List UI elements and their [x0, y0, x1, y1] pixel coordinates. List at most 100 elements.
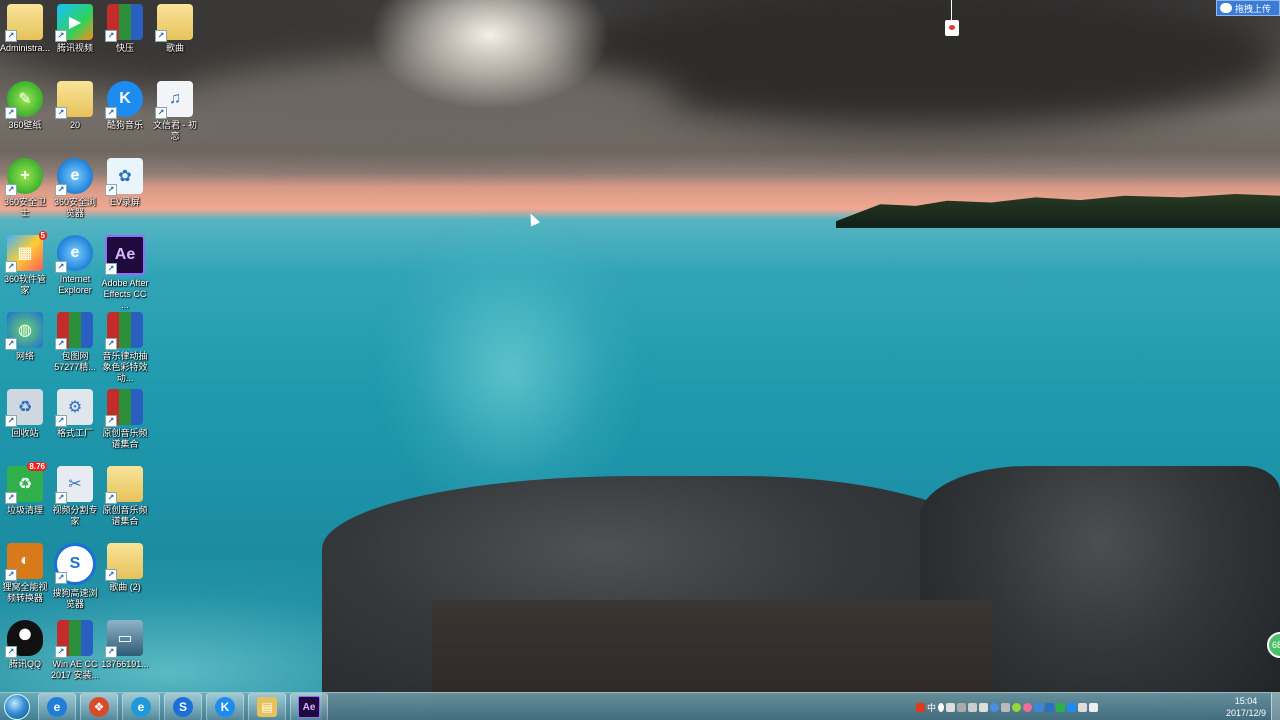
360-tray-icon[interactable]	[1012, 702, 1022, 712]
settings-icon[interactable]	[1001, 702, 1011, 712]
desktop-icon-label: 文信君 - 初恋	[153, 120, 197, 141]
after-effects-icon: Ae ↗	[105, 235, 145, 275]
desktop-icon[interactable]: ▦ ↗ 5 360软件管家	[0, 231, 50, 296]
help-icon[interactable]	[990, 702, 1000, 712]
desktop-icon[interactable]: ♫ ↗ 文信君 - 初恋	[150, 81, 200, 142]
show-desktop-button[interactable]	[1271, 693, 1280, 720]
system-tray: 中	[916, 693, 1099, 720]
desktop-icon[interactable]: ↗ 歌曲 (2)	[100, 543, 150, 593]
mp3-file-icon: ♫ ↗	[155, 81, 193, 119]
tencent-video-icon: ▶ ↗	[55, 4, 93, 42]
punctuation-icon[interactable]	[946, 702, 956, 712]
desktop-icon[interactable]: ✂ ↗ 视频分割专家	[50, 466, 100, 527]
tshirt-widget-icon[interactable]	[945, 0, 959, 36]
upload-label: 拖拽上传	[1235, 3, 1272, 14]
taskbar-button[interactable]: Ae	[290, 693, 328, 720]
desktop-icon[interactable]: ↗ 歌曲	[150, 4, 200, 54]
desktop-icon-label: 360软件管家	[3, 274, 47, 295]
desktop-icon-label: 原创音乐频谱集合	[102, 505, 148, 526]
flower-tray-icon[interactable]	[1023, 702, 1033, 712]
taskbar-button[interactable]: e	[38, 693, 76, 720]
taskbar-button[interactable]: S	[164, 693, 202, 720]
folder-icon: ↗	[155, 4, 193, 42]
network-tray-icon[interactable]	[1034, 702, 1044, 712]
multicolor-app-taskbar-icon: ❖	[89, 697, 109, 717]
shortcut-arrow-icon: ↗	[155, 30, 167, 42]
tools-icon[interactable]	[979, 702, 989, 712]
shortcut-arrow-icon: ↗	[5, 184, 17, 196]
desktop-icon[interactable]: e ↗ 360安全浏览器	[50, 158, 100, 219]
desktop-icon[interactable]: ◍ ↗ 网络	[0, 312, 50, 362]
desktop-icon[interactable]: ◐ ↗ 狸窝全能视频转换器	[0, 543, 50, 604]
desktop-icon-label: 360安全浏览器	[53, 197, 97, 218]
desktop-icon[interactable]: ↗ 快压	[100, 4, 150, 54]
island-silhouette	[836, 194, 1280, 228]
desktop-icon[interactable]: ↗ 音乐律动抽象色彩特效动...	[100, 312, 150, 384]
desktop-icon[interactable]: ↗ Win AE CC 2017 安装...	[50, 620, 100, 681]
desktop-icon[interactable]: ↗ 原创音乐频谱集合	[100, 466, 150, 527]
system-clock[interactable]: 15:04 2017/12/9	[1226, 695, 1266, 719]
speaker-icon[interactable]	[1089, 702, 1099, 712]
kugou-tray-icon[interactable]	[1056, 702, 1066, 712]
desktop-icon[interactable]: ↗ Administra...	[0, 4, 50, 54]
desktop-icon[interactable]: K ↗ 酷狗音乐	[100, 81, 150, 131]
ie-taskbar-icon: e	[47, 697, 67, 717]
start-button[interactable]	[0, 693, 34, 720]
desktop-icon[interactable]: ↗ 腾讯QQ	[0, 620, 50, 670]
desktop-icon[interactable]: ↗ 原创音乐频谱集合	[100, 389, 150, 450]
desktop-icon[interactable]: Ae ↗ Adobe After Effects CC ...	[100, 235, 150, 311]
qq-tray-icon[interactable]	[1045, 702, 1055, 712]
after-effects-taskbar-icon: Ae	[298, 696, 320, 718]
taskbar-button[interactable]: ❖	[80, 693, 118, 720]
sogou-ime-icon[interactable]	[916, 702, 925, 712]
keyboard-icon[interactable]	[957, 702, 967, 712]
drag-upload-button[interactable]: 拖拽上传	[1216, 0, 1280, 16]
junk-cleaner-icon: ♻ ↗ 8.76	[5, 462, 47, 504]
desktop-icon[interactable]: S ↗ 搜狗高速浏览器	[50, 543, 100, 610]
taskbar-button[interactable]: K	[206, 693, 244, 720]
desktop-icon[interactable]: ↗ 20	[50, 81, 100, 131]
desktop-icon-label: Win AE CC 2017 安装...	[50, 659, 100, 680]
shortcut-arrow-icon: ↗	[5, 569, 17, 581]
ime-mode-label[interactable]: 中	[927, 701, 936, 714]
windows-logo-icon	[4, 694, 30, 720]
sogou-browser-icon: S ↗	[54, 543, 96, 585]
shortcut-arrow-icon: ↗	[5, 492, 17, 504]
taskbar-button[interactable]: ▤	[248, 693, 286, 720]
desktop-icon[interactable]: ♻ ↗ 回收站	[0, 389, 50, 439]
winrar-archive-icon: ↗	[55, 312, 93, 350]
desktop-icon-label: 狸窝全能视频转换器	[2, 582, 48, 603]
desktop-icon[interactable]: ⚙ ↗ 格式工厂	[50, 389, 100, 439]
desktop-icon[interactable]: ↗ 包图网 57277精...	[50, 312, 100, 373]
desktop-icon[interactable]: ♻ ↗ 8.76 垃圾清理	[0, 462, 50, 516]
kugou-taskbar-icon: K	[215, 697, 235, 717]
360-safe-icon: + ↗	[5, 158, 43, 196]
taskbar-button[interactable]: e	[122, 693, 160, 720]
format-factory-icon: ⚙ ↗	[55, 389, 93, 427]
desktop-icon[interactable]: ▶ ↗ 腾讯视频	[50, 4, 100, 54]
shortcut-arrow-icon: ↗	[55, 572, 67, 584]
desktop-icon-label: 360安全卫士	[3, 197, 47, 218]
desktop-icon[interactable]: ✎ ↗ 360壁纸	[0, 81, 50, 131]
desktop-icon-label: 酷狗音乐	[106, 120, 143, 130]
shortcut-arrow-icon: ↗	[55, 338, 67, 350]
monitor-tray-icon[interactable]	[1078, 702, 1088, 712]
desktop-icon-label: 腾讯视频	[56, 43, 93, 53]
user-icon[interactable]	[968, 702, 978, 712]
ev-recorder-icon: ✿ ↗	[105, 158, 143, 196]
explorer-taskbar-icon: ▤	[257, 697, 277, 717]
recycle-bin-icon: ♻ ↗	[5, 389, 43, 427]
desktop-icon[interactable]: ▭ ↗ 13766191...	[100, 620, 150, 670]
cloud-icon	[1220, 3, 1232, 13]
shortcut-arrow-icon: ↗	[5, 107, 17, 119]
desktop-wallpaper[interactable]: ↗ Administra... ▶ ↗ 腾讯视频 ↗ 快压 ↗ 歌曲 ✎ ↗ 360壁纸 ↗ 20 K ↗ 酷狗…	[0, 0, 1280, 720]
moon-icon[interactable]	[938, 702, 945, 712]
shield-tray-icon[interactable]	[1067, 702, 1077, 712]
kugou-music-icon: K ↗	[105, 81, 143, 119]
folder-icon: ↗	[105, 466, 143, 504]
desktop-icon[interactable]: ✿ ↗ EV录屏	[100, 158, 150, 208]
desktop-icon[interactable]: + ↗ 360安全卫士	[0, 158, 50, 219]
shortcut-arrow-icon: ↗	[55, 646, 67, 658]
desktop-icon-label: EV录屏	[109, 197, 140, 207]
desktop-icon[interactable]: e ↗ Internet Explorer	[50, 235, 100, 296]
